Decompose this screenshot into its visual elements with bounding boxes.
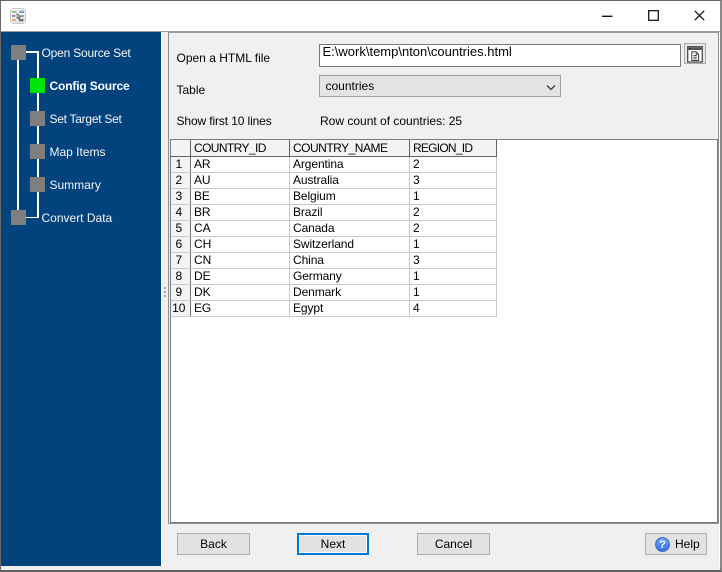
svg-text:?: ? (659, 539, 666, 551)
